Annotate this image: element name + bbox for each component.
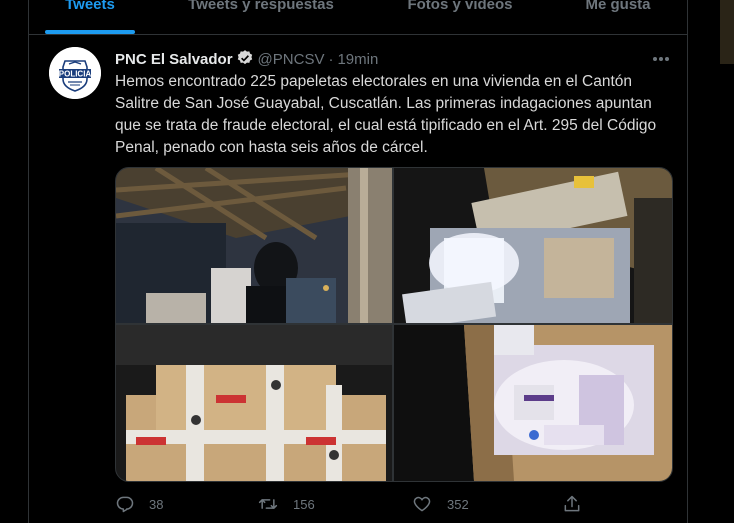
- author-handle[interactable]: @PNCSV: [258, 51, 325, 68]
- tweet-timestamp[interactable]: 19min: [337, 51, 378, 68]
- tab-tweets-and-replies-label: Tweets y respuestas: [188, 0, 334, 13]
- adjacent-panel-edge: [720, 0, 734, 64]
- tab-tweets-and-replies[interactable]: Tweets y respuestas: [151, 0, 371, 34]
- media-grid: [115, 167, 673, 482]
- profile-tabs: Tweets Tweets y respuestas Fotos y video…: [29, 0, 687, 35]
- reply-button[interactable]: 38: [115, 491, 163, 517]
- tab-tweets[interactable]: Tweets: [29, 0, 151, 34]
- tweet-photo-2[interactable]: [394, 168, 672, 323]
- like-count: 352: [447, 496, 469, 512]
- tab-likes-label: Me gusta: [585, 0, 651, 13]
- verified-badge-icon: [236, 49, 254, 71]
- active-tab-indicator: [45, 30, 135, 34]
- retweet-button[interactable]: 156: [257, 491, 315, 517]
- tab-media[interactable]: Fotos y videos: [371, 0, 549, 34]
- tab-tweets-label: Tweets: [65, 0, 115, 13]
- tweet-photo-4[interactable]: [394, 325, 672, 481]
- reply-icon: [115, 494, 135, 514]
- avatar-text: POLICIA: [59, 70, 92, 79]
- share-button[interactable]: [561, 491, 583, 517]
- author-name[interactable]: PNC El Salvador: [115, 51, 233, 68]
- like-button[interactable]: 352: [411, 491, 469, 517]
- tweet-photo-3[interactable]: [116, 325, 392, 481]
- retweet-icon: [257, 494, 279, 514]
- tweet-photo-1[interactable]: [116, 168, 392, 323]
- tab-media-label: Fotos y videos: [407, 0, 513, 13]
- tweet-actions: 38 156 352: [115, 491, 635, 517]
- profile-timeline: Tweets Tweets y respuestas Fotos y video…: [28, 0, 688, 523]
- share-icon: [561, 494, 583, 514]
- tweet-text: Hemos encontrado 225 papeletas electoral…: [115, 73, 657, 156]
- more-icon[interactable]: [647, 49, 675, 69]
- tab-likes[interactable]: Me gusta: [549, 0, 687, 34]
- retweet-count: 156: [293, 496, 315, 512]
- police-badge-logo: POLICIA: [49, 47, 101, 99]
- tweet[interactable]: POLICIA PNC El Salvador @PNCSV · 19min Hemo…: [29, 35, 687, 523]
- like-icon: [411, 494, 433, 514]
- reply-count: 38: [149, 496, 164, 512]
- tweet-header: PNC El Salvador @PNCSV · 19min: [115, 49, 675, 71]
- separator-dot: ·: [328, 51, 334, 68]
- avatar[interactable]: POLICIA: [49, 47, 101, 99]
